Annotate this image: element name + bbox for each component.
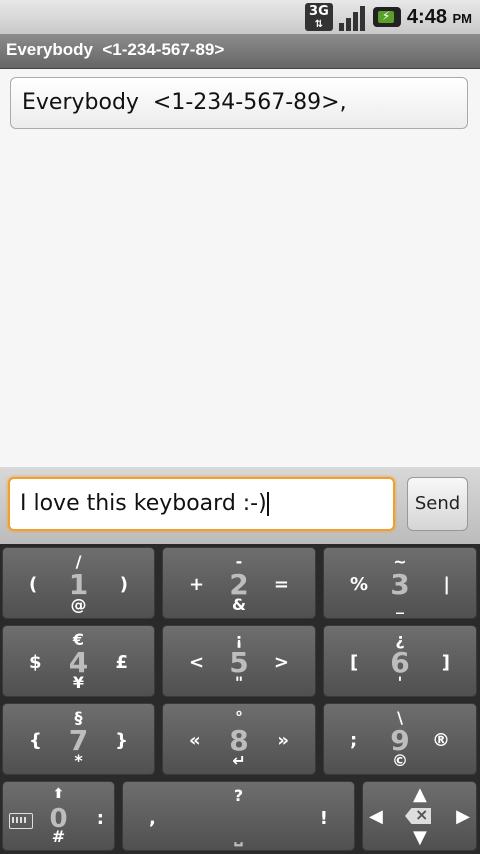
key-3[interactable]: ~ % 3 | _ <box>323 547 477 619</box>
key-bottom-label: ¥ <box>72 673 85 692</box>
key-bottom-label: ↵ <box>232 751 246 770</box>
send-button[interactable]: Send <box>407 477 468 531</box>
key-right-label: ® <box>432 730 450 751</box>
space-bar-icon: ⎵ <box>234 822 243 846</box>
clock-ampm: PM <box>452 10 473 26</box>
message-text: I love this keyboard :-) <box>20 491 267 516</box>
message-input[interactable]: I love this keyboard :-) <box>8 477 395 531</box>
key-bottom-label: © <box>392 751 408 770</box>
key-bottom-label: ' <box>397 673 403 692</box>
clock: 4:48 PM <box>407 6 472 29</box>
network-type: 3G <box>309 4 329 19</box>
key-8[interactable]: ° « 8 » ↵ <box>162 703 316 775</box>
key-right-label: | <box>443 574 450 595</box>
key-right-label: £ <box>115 652 128 673</box>
key-9[interactable]: \ ; 9 ® © <box>323 703 477 775</box>
key-1[interactable]: / ( 1 ) @ <box>2 547 155 619</box>
key-right-label: } <box>115 730 128 751</box>
shift-arrow-icon: ⬆ <box>52 786 65 802</box>
arrow-up-icon: ▲ <box>413 784 427 805</box>
battery-charging-icon: ⚡ <box>372 7 401 27</box>
key-6[interactable]: ¿ [ 6 ] ' <box>323 625 477 697</box>
backspace-icon <box>405 808 431 824</box>
arrow-left-icon: ◀ <box>369 806 383 827</box>
arrow-down-icon: ▼ <box>413 827 427 848</box>
arrow-right-icon: ▶ <box>456 806 470 827</box>
key-right-label: : <box>96 808 104 829</box>
keyboard: / ( 1 ) @ - + 2 = & ~ % 3 | _ € $ 4 £ ¥ … <box>0 544 480 854</box>
key-0[interactable]: ⬆ 0 : # <box>2 781 115 851</box>
network-3g-icon: 3G ⇅ <box>304 3 333 31</box>
clock-time: 4:48 <box>406 5 447 28</box>
key-bottom-label: & <box>232 595 246 614</box>
text-cursor <box>266 492 269 516</box>
arrow-delete-key[interactable]: ▲ ◀ ▶ ▼ <box>362 781 477 851</box>
key-4[interactable]: € $ 4 £ ¥ <box>2 625 155 697</box>
key-right-label: » <box>277 730 289 751</box>
key-right-label: ) <box>119 574 128 595</box>
key-bottom-label: @ <box>70 595 87 614</box>
key-right-label: = <box>273 574 289 595</box>
signal-strength-icon <box>338 3 367 31</box>
key-top-label: ? <box>233 786 244 805</box>
key-bottom-label: * <box>74 751 83 770</box>
key-right-label: > <box>273 652 289 673</box>
title-bar: Everybody <1-234-567-89> <box>0 34 480 69</box>
key-7[interactable]: § { 7 } * <box>2 703 155 775</box>
status-bar: 3G ⇅ ⚡ 4:48 PM <box>0 0 480 34</box>
conversation-title: Everybody <1-234-567-89> <box>6 40 225 59</box>
key-bottom-label: # <box>51 827 66 846</box>
key-2[interactable]: - + 2 = & <box>162 547 316 619</box>
key-right-label: ] <box>441 652 450 673</box>
key-bottom-label: " <box>234 673 244 692</box>
recipients-field[interactable]: Everybody <1-234-567-89>, <box>10 77 468 129</box>
key-bottom-label: _ <box>396 595 404 614</box>
key-5[interactable]: ¡ < 5 > " <box>162 625 316 697</box>
status-icons: 3G ⇅ ⚡ 4:48 PM <box>304 3 472 31</box>
space-key[interactable]: ? , ! ⎵ <box>122 781 355 851</box>
